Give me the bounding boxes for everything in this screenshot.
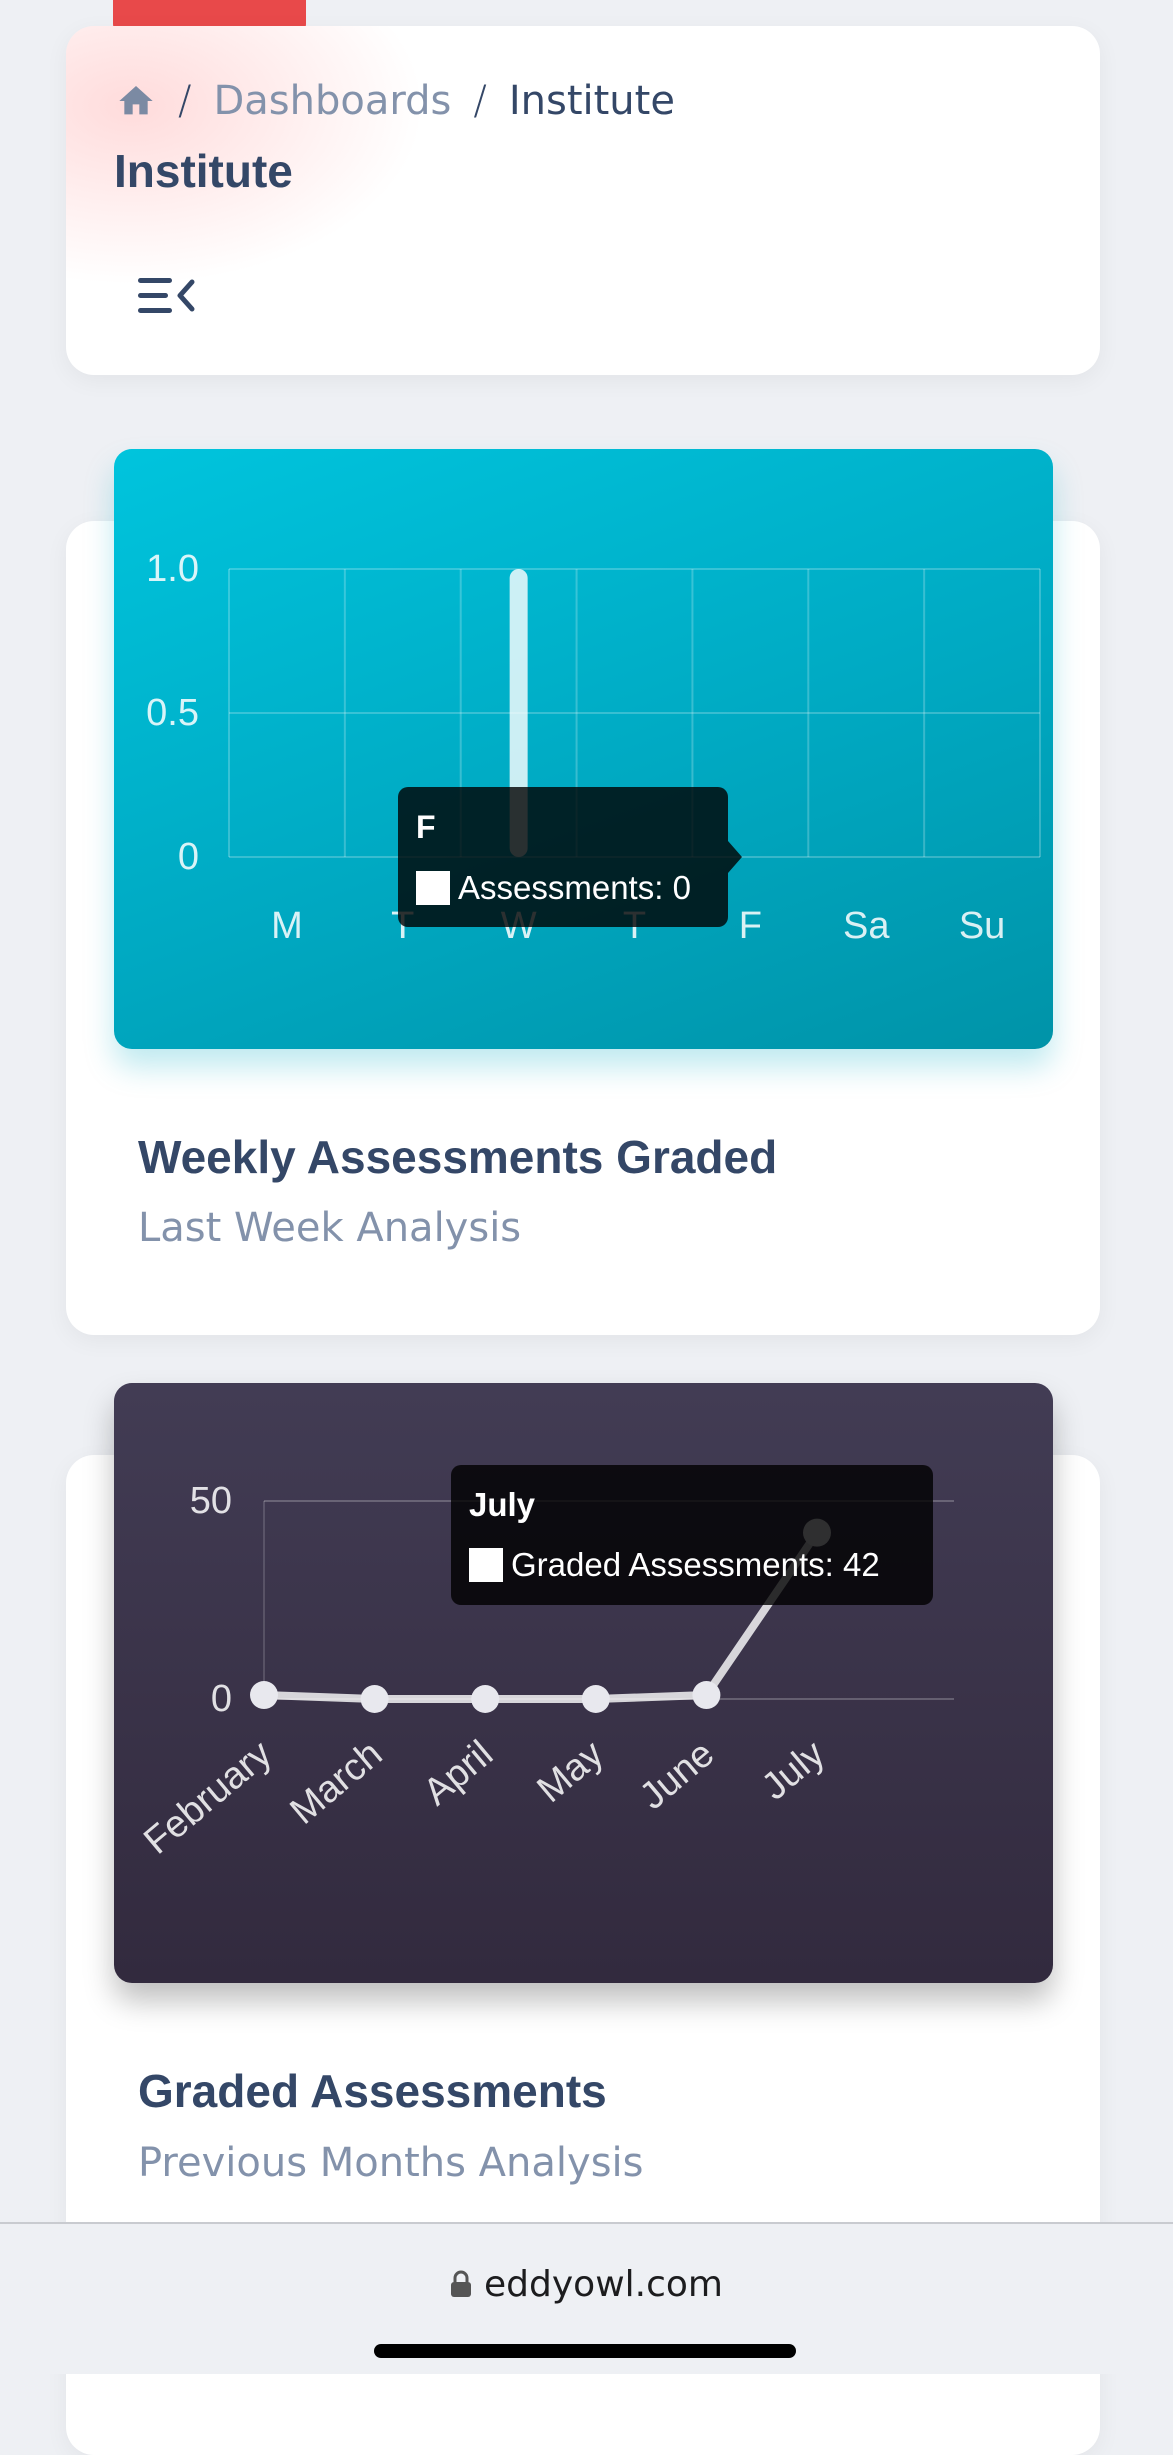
home-icon[interactable] (116, 81, 156, 121)
breadcrumb-separator: / (178, 78, 192, 124)
chart-tooltip: F Assessments: 0 (398, 787, 742, 927)
tooltip-title: July (469, 1486, 536, 1523)
y-tick-label: 1.0 (146, 548, 199, 590)
breadcrumb-dashboards[interactable]: Dashboards (213, 78, 451, 124)
page-header-card: / Dashboards / Institute Institute (66, 26, 1100, 375)
x-tick-label: Su (959, 905, 1005, 947)
data-point (360, 1685, 389, 1713)
y-tick-label: 0.5 (146, 692, 199, 734)
x-tick-label: February (136, 1733, 279, 1863)
x-tick-label: F (739, 905, 762, 947)
tooltip-title: F (416, 809, 436, 845)
tooltip-box (398, 787, 728, 927)
graded-card-title: Graded Assessments (138, 2065, 607, 2117)
x-tick-label: May (530, 1733, 612, 1811)
graded-card-subtitle: Previous Months Analysis (138, 2140, 644, 2186)
x-tick-label: M (271, 905, 303, 947)
url-display[interactable]: eddyowl.com (0, 2264, 1173, 2307)
x-tick-label: June (632, 1733, 722, 1818)
data-point (471, 1685, 500, 1713)
weekly-bar-chart-svg: 00.51.0MTWTFSaSuFAssessments: 0 (146, 548, 1041, 947)
graded-line-chart-svg: 0 50 February March April May June July July Grad… (136, 1465, 954, 1863)
graded-assessments-chart: 0 50 February March April May June July July Grad… (114, 1383, 1053, 1983)
y-tick-label: 50 (190, 1480, 232, 1522)
home-indicator[interactable] (374, 2344, 796, 2358)
x-tick-label: March (283, 1733, 391, 1833)
tooltip-arrow (728, 841, 742, 873)
weekly-card-subtitle: Last Week Analysis (138, 1205, 522, 1251)
breadcrumb-institute: Institute (508, 78, 675, 124)
browser-url-bar[interactable]: eddyowl.com (0, 2222, 1173, 2374)
data-point (581, 1685, 610, 1713)
chart-tooltip: July Graded Assessments: 42 (451, 1465, 933, 1605)
tooltip-legend-swatch (416, 871, 450, 905)
x-tick-label: Sa (843, 905, 890, 947)
y-tick-label: 0 (211, 1678, 232, 1720)
tooltip-label: Graded Assessments: 42 (511, 1546, 880, 1583)
y-tick-label: 0 (178, 836, 199, 878)
weekly-assessments-chart: 00.51.0MTWTFSaSuFAssessments: 0 (114, 449, 1053, 1049)
page-title: Institute (114, 145, 293, 197)
sidebar-toggle-icon[interactable] (136, 266, 196, 326)
tooltip-label: Assessments: 0 (458, 869, 691, 906)
breadcrumb: / Dashboards / Institute (116, 78, 675, 124)
data-point (692, 1681, 721, 1710)
tooltip-legend-swatch (469, 1548, 503, 1582)
url-text: eddyowl.com (484, 2264, 723, 2305)
data-point (250, 1681, 278, 1710)
lock-icon (450, 2266, 472, 2307)
weekly-card-title: Weekly Assessments Graded (138, 1131, 778, 1183)
x-tick-label: July (754, 1733, 833, 1809)
breadcrumb-separator: / (473, 78, 487, 124)
x-tick-label: April (416, 1733, 501, 1814)
